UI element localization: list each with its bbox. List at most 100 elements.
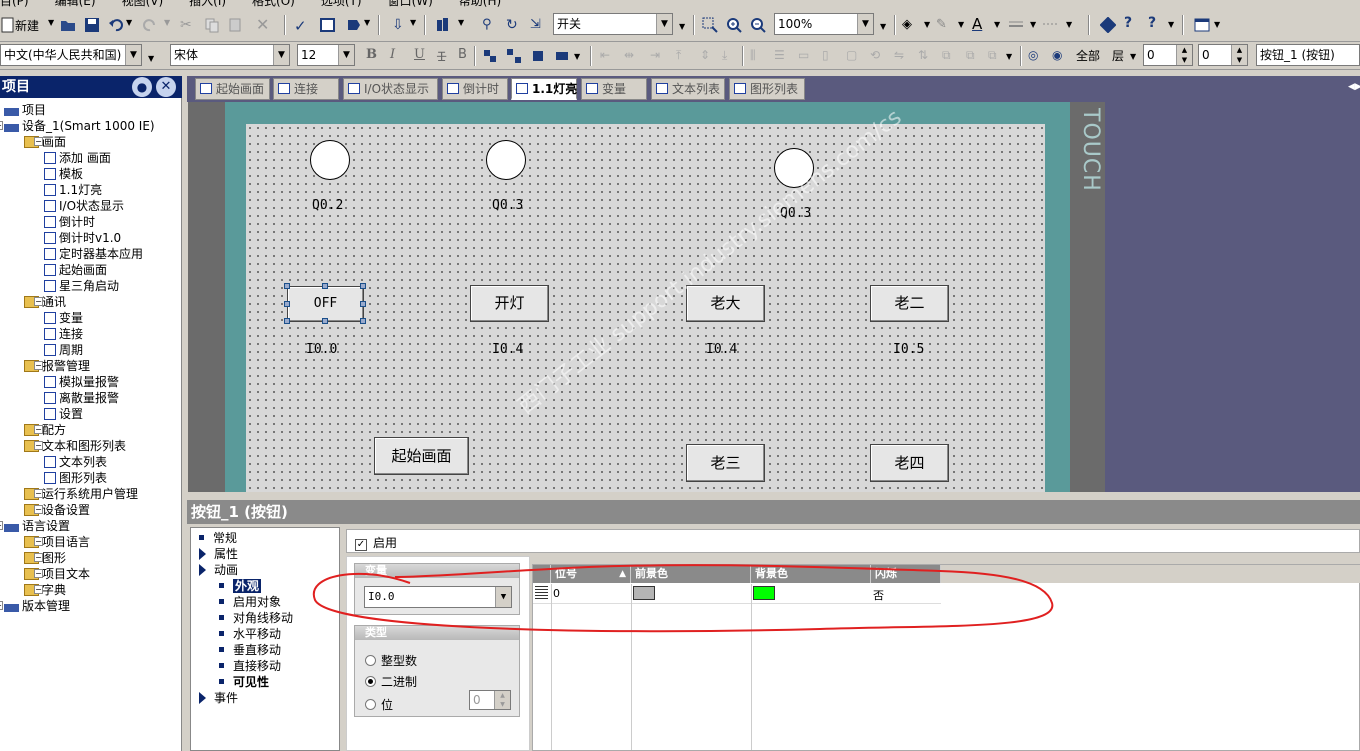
edit-group-icon[interactable] [554,48,570,64]
hmi-button-off[interactable]: OFF [287,286,364,322]
copy-icon[interactable] [204,17,220,33]
hmi-button-laoer[interactable]: 老二 [870,285,949,322]
layer-spinner-2[interactable]: 0 ▲ ▼ [1198,44,1248,66]
language-combo[interactable]: 中文(中华人民共和国) ▼ [0,44,142,66]
help-book-icon[interactable] [1099,16,1117,34]
binoculars-icon[interactable]: ⚲ [482,17,498,33]
category-item[interactable]: 动画 [199,562,238,578]
same-height-icon[interactable]: ▯ [822,48,838,64]
open-icon[interactable] [60,17,76,33]
sort-dropdown-icon[interactable]: ▼ [410,18,416,27]
tree-item[interactable]: 起始画面 [44,262,107,278]
expand-toggle-icon[interactable]: − [34,585,43,594]
expand-toggle-icon[interactable]: − [34,361,43,370]
tree-item[interactable]: 连接 [44,326,83,342]
order-icon[interactable]: ⧉ [942,48,958,64]
goto-icon[interactable]: ⇲ [530,17,546,33]
replace-icon[interactable]: ↻ [506,17,522,33]
rotate-icon[interactable]: ⟲ [870,48,886,64]
tab-0[interactable]: 起始画面 [195,78,270,100]
category-item[interactable]: 事件 [199,690,238,706]
object-selector-combo[interactable]: 按钮_1 (按钮) [1256,44,1360,66]
switch-combo[interactable]: 开关 ▼ [553,13,673,35]
hmi-button-light-on[interactable]: 开灯 [470,285,549,322]
library-icon[interactable] [436,17,452,33]
menu-item[interactable]: 编辑(E) [55,0,96,8]
tab-1[interactable]: 连接 [273,78,339,100]
expand-toggle-icon[interactable]: − [34,137,43,146]
expand-toggle-icon[interactable]: − [0,521,3,530]
check-icon[interactable]: ✓ [294,17,310,35]
zoom-in-icon[interactable] [726,17,742,33]
sort-icon[interactable]: ⇩ [392,17,408,33]
expand-toggle-icon[interactable]: − [34,505,43,514]
menu-item[interactable]: 插入(I) [189,0,226,8]
transfer-icon[interactable] [346,17,362,33]
lamp-q0-3-a[interactable] [486,140,526,180]
align-center-icon[interactable]: ⇹ [624,48,640,64]
menu-item[interactable]: 窗口(W) [388,0,433,8]
tab-7[interactable]: 图形列表 [729,78,805,100]
strikethrough-button[interactable]: Ɪ̶ [438,47,445,65]
tab-2[interactable]: I/O状态显示 [343,78,438,100]
tree-item[interactable]: 1.1灯亮 [44,182,102,198]
chevron-down-icon[interactable]: ▼ [125,45,141,65]
line-width-dropdown-icon[interactable]: ▼ [1030,20,1036,29]
cut-icon[interactable]: ✂ [180,17,196,33]
distribute-v-icon[interactable]: ☰ [774,48,790,64]
line-color-icon[interactable]: ✎ [936,17,952,33]
tree-item[interactable]: − 项目语言 [24,534,90,550]
menu-item[interactable]: 目(P) [0,0,29,8]
new-button[interactable]: 新建 [15,17,39,34]
tree-item[interactable]: − 设备设置 [24,502,90,518]
line-width-icon[interactable] [1008,17,1024,33]
order2-icon[interactable]: ⧉ [966,48,982,64]
bit-spinner[interactable]: 0 ▲ ▼ [469,690,511,710]
tree-item[interactable]: 离散量报警 [44,390,119,406]
close-icon[interactable]: ✕ [156,77,176,97]
pin-icon[interactable]: ● [132,77,152,97]
fill-color-icon[interactable]: ◈ [902,17,918,33]
same-size-icon[interactable]: ▢ [846,48,862,64]
tree-item[interactable]: 星三角启动 [44,278,119,294]
distribute-h-icon[interactable]: ⫼ [750,48,766,64]
tree-item[interactable]: I/O状态显示 [44,198,124,214]
menu-item[interactable]: 帮助(H) [459,0,501,8]
tree-item[interactable]: 设置 [44,406,83,422]
paste-icon[interactable] [228,17,244,33]
library-dropdown-icon[interactable]: ▼ [458,18,464,27]
category-item[interactable]: 外观 [219,578,262,594]
expand-toggle-icon[interactable]: − [34,441,43,450]
line-style-dropdown-icon[interactable]: ▼ [1066,20,1072,29]
font-size-combo[interactable]: 12 ▼ [297,44,355,66]
tab-6[interactable]: 文本列表 [651,78,725,100]
font-color-icon[interactable]: A [972,15,988,33]
tree-item[interactable]: − 字典 [24,582,66,598]
context-help-icon[interactable]: ? [1148,15,1164,31]
italic-button[interactable]: I [390,47,395,62]
fill-color-dropdown-icon[interactable]: ▼ [924,20,930,29]
line-style-icon[interactable] [1042,17,1058,33]
tree-item[interactable]: 定时器基本应用 [44,246,143,262]
menu-item[interactable]: 视图(V) [122,0,164,8]
new-icon[interactable] [0,17,16,33]
window-icon[interactable] [1194,17,1210,33]
category-item[interactable]: 水平移动 [219,626,281,642]
group-dropdown-icon[interactable]: ▼ [574,52,580,61]
align-right-icon[interactable]: ⇥ [650,48,666,64]
underline-button[interactable]: U [414,47,425,62]
align-middle-icon[interactable]: ⇕ [700,48,716,64]
help-icon[interactable]: ? [1124,15,1140,31]
same-width-icon[interactable]: ▭ [798,48,814,64]
chevron-down-icon[interactable]: ▼ [338,45,354,65]
expand-toggle-icon[interactable]: − [0,121,3,130]
align-top-icon[interactable]: ⤒ [676,48,692,64]
help-dropdown-icon[interactable]: ▼ [1168,20,1174,29]
text-format-button[interactable]: B [458,47,467,62]
redo-dropdown-icon[interactable]: ▼ [164,18,170,27]
menu-item[interactable]: 格式(O) [252,0,295,8]
tree-item[interactable]: 文本列表 [44,454,107,470]
tree-item[interactable]: − 设备_1(Smart 1000 IE) [0,118,155,134]
expand-toggle-icon[interactable]: − [34,489,43,498]
expand-toggle-icon[interactable]: − [34,297,43,306]
